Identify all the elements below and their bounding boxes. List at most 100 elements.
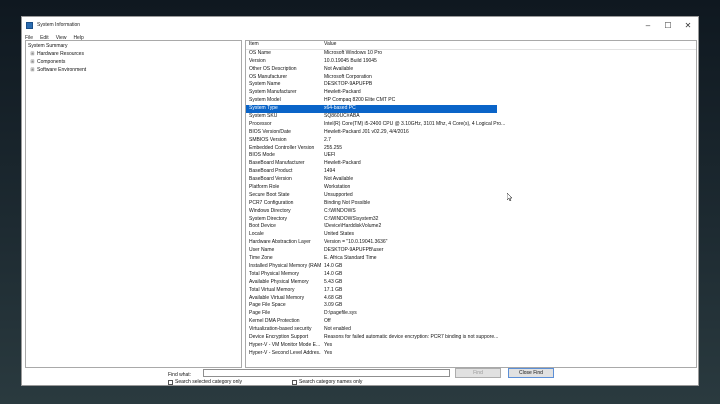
table-row[interactable]: Page File Space 3.09 GB: [246, 302, 696, 310]
table-cell-value: 14.0 GB: [324, 262, 343, 269]
expand-icon[interactable]: ⊞: [30, 58, 35, 66]
table-row[interactable]: Processor Intel(R) Core(TM) i5-2400 CPU @…: [246, 121, 696, 129]
table-cell-item: BaseBoard Version: [249, 176, 292, 183]
table-cell-value: C:\WINDOWS\system32: [324, 215, 379, 222]
table-row[interactable]: System Name DESKTOP-9APUFPB: [246, 81, 696, 89]
find-button[interactable]: Find: [455, 368, 501, 378]
checkbox-label: Search selected category only: [175, 379, 242, 385]
table-cell-item: Other OS Description: [249, 65, 297, 72]
table-cell-item: Windows Directory: [249, 207, 291, 214]
table-row[interactable]: BaseBoard Product 1494: [246, 168, 696, 176]
column-header-item[interactable]: Item: [246, 41, 321, 49]
checkbox-box[interactable]: [168, 379, 173, 385]
search-selected-category-checkbox[interactable]: Search selected category only: [168, 379, 242, 385]
system-information-icon: [26, 21, 33, 29]
table-row[interactable]: User Name DESKTOP-9APUFPB\user: [246, 247, 696, 255]
table-row[interactable]: Available Virtual Memory 4.68 GB: [246, 295, 696, 303]
tree-item-components[interactable]: ⊞ Components: [26, 58, 241, 66]
category-tree: System Summary ⊞ Hardware Resources ⊞ Co…: [25, 40, 242, 368]
table-row[interactable]: System Type x64-based PC: [246, 105, 696, 114]
table-cell-value: UEFI: [324, 152, 336, 159]
table-cell-value: Microsoft Windows 10 Pro: [324, 49, 383, 56]
expand-icon[interactable]: ⊞: [30, 50, 35, 58]
table-body: OS Name Microsoft Windows 10 Pro Version 10…: [246, 50, 696, 358]
table-cell-value: D:\pagefile.sys: [324, 310, 357, 317]
table-cell-item: System Model: [249, 97, 281, 104]
table-cell-item: SMBIOS Version: [249, 136, 287, 143]
table-row[interactable]: OS Manufacturer Microsoft Corporation: [246, 74, 696, 82]
summary-table: Item Value OS Name Microsoft Windows 10 P…: [245, 40, 697, 368]
minimize-button[interactable]: –: [638, 17, 658, 33]
close-button[interactable]: ✕: [678, 17, 698, 33]
table-cell-value: United States: [324, 231, 355, 238]
tree-item-system-summary[interactable]: System Summary: [26, 42, 241, 50]
table-cell-item: Page File: [249, 310, 271, 317]
table-cell-value: Yes: [324, 341, 333, 348]
table-cell-value: Version = "10.0.19041.3636": [324, 239, 388, 246]
table-row[interactable]: Device Encryption Support Reasons for fai…: [246, 334, 696, 342]
column-header-value[interactable]: Value: [321, 41, 696, 49]
expand-icon[interactable]: ⊞: [30, 66, 35, 74]
table-cell-value: SQ860UC#ABA: [324, 113, 360, 120]
table-cell-value: 14.0 GB: [324, 270, 343, 277]
table-cell-value: Yes: [324, 349, 333, 356]
table-row[interactable]: Secure Boot State Unsupported: [246, 192, 696, 200]
table-row[interactable]: Boot Device \Device\HarddiskVolume2: [246, 223, 696, 231]
table-cell-value: Workstation: [324, 184, 351, 191]
table-row[interactable]: Hyper-V - Second Level Addres... Yes: [246, 350, 696, 358]
table-cell-item: User Name: [249, 247, 275, 254]
checkbox-label: Search category names only: [299, 379, 363, 385]
table-row[interactable]: Installed Physical Memory (RAM) 14.0 GB: [246, 263, 696, 271]
table-row[interactable]: Locale United States: [246, 231, 696, 239]
tree-item-software-environment[interactable]: ⊞ Software Environment: [26, 66, 241, 74]
table-cell-value: 4.68 GB: [324, 294, 343, 301]
table-row[interactable]: Embedded Controller Version 255.255: [246, 145, 696, 153]
table-row[interactable]: System Manufacturer Hewlett-Packard: [246, 89, 696, 97]
table-cell-item: OS Name: [249, 49, 271, 56]
table-cell-value: Reasons for failed automatic device encr…: [324, 333, 499, 340]
table-row[interactable]: PCR7 Configuration Binding Not Possible: [246, 200, 696, 208]
checkbox-box[interactable]: [292, 379, 297, 385]
table-row[interactable]: SMBIOS Version 2.7: [246, 137, 696, 145]
table-cell-value: 2.7: [324, 136, 331, 143]
table-cell-value: DESKTOP-9APUFPB\user: [324, 247, 384, 254]
table-row[interactable]: System Model HP Compaq 8200 Elite CMT PC: [246, 97, 696, 105]
table-cell-item: BaseBoard Manufacturer: [249, 160, 305, 167]
maximize-button[interactable]: ☐: [658, 17, 678, 33]
table-row[interactable]: Windows Directory C:\WINDOWS: [246, 208, 696, 216]
table-row[interactable]: Hardware Abstraction Layer Version = "10.…: [246, 239, 696, 247]
table-row[interactable]: Page File D:\pagefile.sys: [246, 310, 696, 318]
table-row[interactable]: System SKU SQ860UC#ABA: [246, 113, 696, 121]
table-cell-value: Not Available: [324, 65, 354, 72]
table-row[interactable]: BIOS Version/Date Hewlett-Packard J01 v02…: [246, 129, 696, 137]
table-row[interactable]: System Directory C:\WINDOWS\system32: [246, 216, 696, 224]
table-row[interactable]: Available Physical Memory 5.43 GB: [246, 279, 696, 287]
table-cell-item: Hyper-V - VM Monitor Mode E...: [249, 341, 321, 348]
table-cell-item: OS Manufacturer: [249, 73, 288, 80]
table-cell-value: 255.255: [324, 144, 343, 151]
table-row[interactable]: BaseBoard Manufacturer Hewlett-Packard: [246, 160, 696, 168]
table-cell-item: Kernel DMA Protection: [249, 318, 300, 325]
table-row[interactable]: Hyper-V - VM Monitor Mode E... Yes: [246, 342, 696, 350]
tree-item-hardware-resources[interactable]: ⊞ Hardware Resources: [26, 50, 241, 58]
table-row[interactable]: Platform Role Workstation: [246, 184, 696, 192]
search-category-names-checkbox[interactable]: Search category names only: [292, 379, 362, 385]
table-row[interactable]: Version 10.0.19045 Build 19045: [246, 58, 696, 66]
table-row[interactable]: BaseBoard Version Not Available: [246, 176, 696, 184]
table-cell-value: C:\WINDOWS: [324, 207, 356, 214]
table-row[interactable]: Other OS Description Not Available: [246, 66, 696, 74]
table-row[interactable]: Total Virtual Memory 17.1 GB: [246, 287, 696, 295]
table-cell-item: Platform Role: [249, 184, 280, 191]
table-row[interactable]: OS Name Microsoft Windows 10 Pro: [246, 50, 696, 58]
table-cell-item: System Type: [246, 105, 321, 114]
close-find-button[interactable]: Close Find: [508, 368, 554, 378]
table-cell-item: BIOS Mode: [249, 152, 275, 159]
table-row[interactable]: Time Zone E. Africa Standard Time: [246, 255, 696, 263]
table-row[interactable]: Kernel DMA Protection Off: [246, 318, 696, 326]
table-row[interactable]: BIOS Mode UEFI: [246, 152, 696, 160]
table-row[interactable]: Total Physical Memory 14.0 GB: [246, 271, 696, 279]
find-input[interactable]: [203, 369, 450, 377]
window-title: System Information: [37, 22, 81, 28]
table-row[interactable]: Virtualization-based security Not enabled: [246, 326, 696, 334]
table-cell-item: BIOS Version/Date: [249, 128, 291, 135]
